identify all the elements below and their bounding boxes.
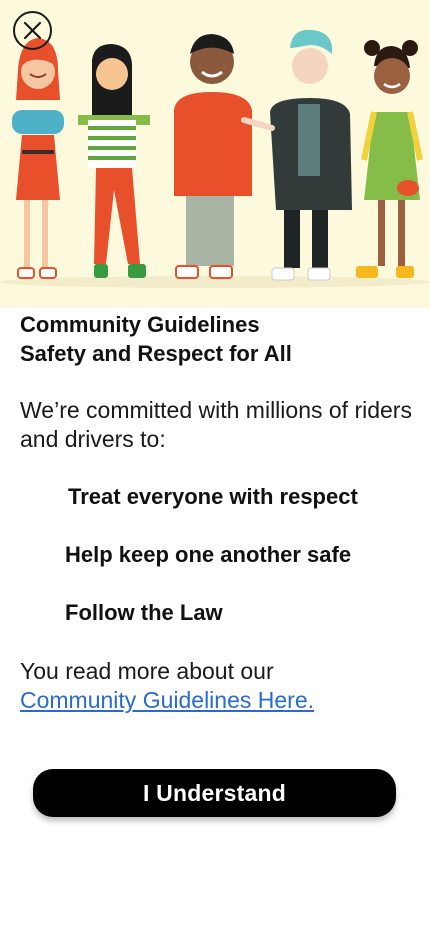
principle-respect: Treat everyone with respect [68,484,358,509]
i-understand-button[interactable]: I Understand [33,769,396,817]
person-red-hair [12,38,64,279]
illustration-svg [0,29,430,288]
page-title: Community Guidelines [20,312,260,337]
principle-safety: Help keep one another safe [65,542,352,567]
intro-text: We’re committed with millions of riders … [20,397,412,452]
close-button[interactable] [13,11,52,50]
community-guidelines-screen: Community Guidelines Safety and Respect … [0,0,430,932]
read-more-text: You read more about our Community Guidel… [20,657,415,715]
page-subtitle: Safety and Respect for All [20,341,292,366]
close-icon [23,21,42,40]
person-green-dress [356,40,423,278]
person-orange-hoodie [174,34,252,279]
read-more-label: You read more about our [20,658,274,684]
people-illustration [0,0,430,308]
principle-law: Follow the Law [65,600,223,625]
title-block: Community Guidelines Safety and Respect … [20,310,415,368]
person-teal-hair [241,29,352,281]
community-guidelines-link[interactable]: Community Guidelines Here. [20,687,314,713]
person-striped-shirt [78,44,150,278]
